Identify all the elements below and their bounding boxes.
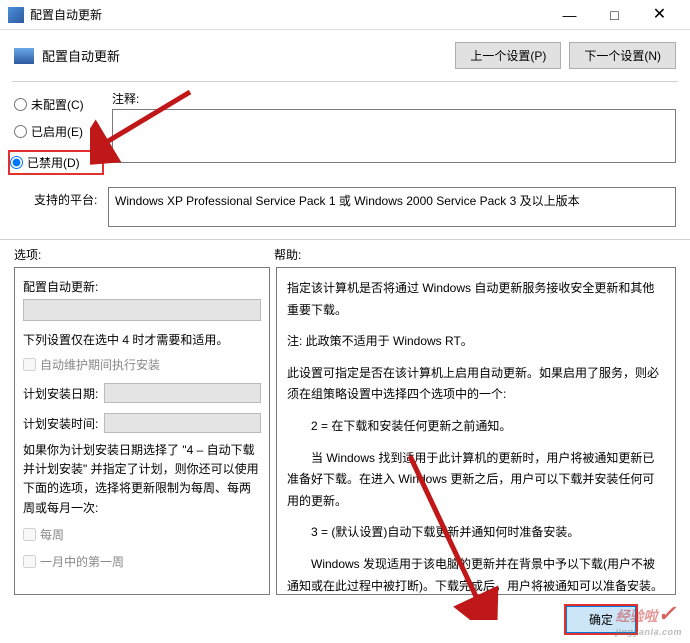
watermark: 经验啦✓ jingyanla.com — [615, 601, 682, 637]
comment-label: 注释: — [112, 90, 676, 107]
check-icon: ✓ — [657, 601, 675, 626]
platform-text: Windows XP Professional Service Pack 1 或… — [108, 187, 676, 227]
minimize-button[interactable]: — — [547, 1, 592, 29]
comment-textarea[interactable] — [112, 109, 676, 163]
titlebar: 配置自动更新 — □ ✕ — [0, 0, 690, 30]
help-text: Windows 发现适用于该电脑的更新并在背景中予以下载(用户不被通知或在此过程… — [287, 554, 665, 595]
radio-not-configured-input[interactable] — [14, 98, 27, 111]
plan-date-row: 计划安装日期: — [23, 383, 261, 403]
radio-disabled[interactable]: 已禁用(D) — [8, 150, 104, 175]
policy-icon — [14, 48, 34, 64]
radio-group: 未配置(C) 已启用(E) 已禁用(D) — [14, 90, 104, 181]
radio-label: 已禁用(D) — [27, 154, 80, 171]
config-update-combo[interactable] — [23, 299, 261, 321]
chk-first-week[interactable]: 一月中的第一周 — [23, 553, 261, 570]
chk-maintenance-input[interactable] — [23, 358, 36, 371]
help-text: 此设置可指定是否在该计算机上启用自动更新。如果启用了服务，则必须在组策略设置中选… — [287, 363, 665, 406]
help-text: 2 = 在下载和安装任何更新之前通知。 — [287, 416, 665, 438]
radio-not-configured[interactable]: 未配置(C) — [14, 96, 104, 113]
help-text: 3 = (默认设置)自动下载更新并通知何时准备安装。 — [287, 522, 665, 544]
chk-label: 自动维护期间执行安装 — [40, 356, 160, 373]
help-panel[interactable]: 指定该计算机是否将通过 Windows 自动更新服务接收安全更新和其他重要下载。… — [276, 267, 676, 595]
plan-date-combo[interactable] — [104, 383, 261, 403]
plan-time-row: 计划安装时间: — [23, 413, 261, 433]
config-update-label: 配置自动更新: — [23, 278, 261, 295]
chk-weekly-input[interactable] — [23, 528, 36, 541]
plan-date-label: 计划安装日期: — [23, 385, 98, 402]
options-info: 下列设置仅在选中 4 时才需要和适用。 — [23, 331, 261, 348]
radio-enabled[interactable]: 已启用(E) — [14, 123, 104, 140]
plan-time-combo[interactable] — [104, 413, 261, 433]
options-panel[interactable]: 配置自动更新: 下列设置仅在选中 4 时才需要和适用。 自动维护期间执行安装 计… — [14, 267, 270, 595]
header: 配置自动更新 上一个设置(P) 下一个设置(N) — [0, 30, 690, 77]
chk-first-week-input[interactable] — [23, 555, 36, 568]
plan-time-label: 计划安装时间: — [23, 415, 98, 432]
chk-label: 一月中的第一周 — [40, 553, 124, 570]
platform-label: 支持的平台: — [34, 187, 102, 227]
options-label: 选项: — [14, 246, 274, 263]
radio-label: 未配置(C) — [31, 96, 84, 113]
radio-enabled-input[interactable] — [14, 125, 27, 138]
next-setting-button[interactable]: 下一个设置(N) — [569, 42, 676, 69]
window-title: 配置自动更新 — [30, 6, 547, 23]
options-para: 如果你为计划安装日期选择了 "4 – 自动下载并计划安装" 并指定了计划，则你还… — [23, 441, 261, 518]
header-title: 配置自动更新 — [42, 46, 447, 65]
radio-disabled-input[interactable] — [10, 156, 23, 169]
help-text: 当 Windows 找到适用于此计算机的更新时，用户将被通知更新已准备好下载。在… — [287, 448, 665, 513]
help-text: 指定该计算机是否将通过 Windows 自动更新服务接收安全更新和其他重要下载。 — [287, 278, 665, 321]
chk-label: 每周 — [40, 526, 64, 543]
prev-setting-button[interactable]: 上一个设置(P) — [455, 42, 561, 69]
help-label: 帮助: — [274, 246, 301, 263]
close-button[interactable]: ✕ — [637, 1, 682, 29]
help-text: 注: 此政策不适用于 Windows RT。 — [287, 331, 665, 353]
maximize-button[interactable]: □ — [592, 1, 637, 29]
chk-weekly[interactable]: 每周 — [23, 526, 261, 543]
app-icon — [8, 7, 24, 23]
radio-label: 已启用(E) — [31, 123, 83, 140]
chk-maintenance[interactable]: 自动维护期间执行安装 — [23, 356, 261, 373]
